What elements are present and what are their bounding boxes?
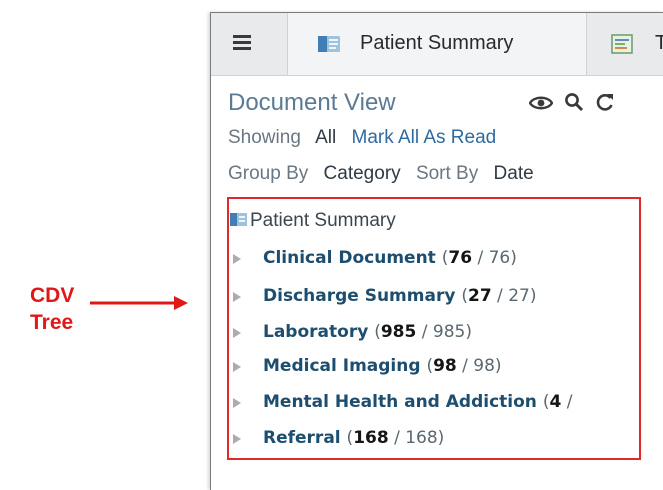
expand-caret-icon[interactable] [233,254,241,264]
total-count: / 985) [416,322,472,342]
total-count: / 98) [456,356,502,376]
tab-second-label[interactable]: T [655,32,663,55]
tree-root-label: Patient Summary [250,210,396,231]
total-count: / 168) [388,428,445,448]
showing-label: Showing [228,127,301,148]
showing-row: Showing All Mark All As Read [228,127,496,149]
unread-count: 4 [549,392,562,412]
tab-patient-summary-label: Patient Summary [360,32,514,54]
tree-node-name: Laboratory [263,322,369,342]
count-open: ( [461,286,468,306]
page-title: Document View [228,89,396,116]
expand-caret-icon[interactable] [233,328,241,338]
patient-summary-tab-icon [318,36,340,52]
total-count: / 76) [472,248,517,268]
expand-caret-icon[interactable] [233,398,241,408]
total-count: / [561,392,573,412]
sort-by-label: Sort By [415,163,479,184]
eye-icon[interactable] [529,95,553,111]
annotation-line-2: Tree [30,311,74,334]
refresh-icon[interactable] [595,92,615,112]
unread-count: 168 [353,428,389,448]
expand-caret-icon[interactable] [233,434,241,444]
tree-node-name: Clinical Document [263,248,436,268]
group-sort-row: Group By Category Sort By Date [228,163,534,185]
mark-all-as-read-link[interactable]: Mark All As Read [352,127,497,148]
tree-node-name: Mental Health and Addiction [263,392,537,412]
expand-caret-icon[interactable] [233,362,241,372]
total-count: / 27) [491,286,537,306]
tree-node-name: Discharge Summary [263,286,456,306]
tab-bar: Patient Summary T [211,13,663,76]
second-tab-icon[interactable] [611,34,633,54]
unread-count: 985 [380,322,417,342]
search-icon[interactable] [564,92,584,112]
group-by-label: Group By [228,163,309,184]
group-by-value[interactable]: Category [324,163,401,184]
unread-count: 27 [467,286,492,306]
count-open: ( [374,322,381,342]
expand-caret-icon[interactable] [233,292,241,302]
unread-count: 98 [433,356,457,376]
annotation-line-1: CDV [30,284,75,307]
tab-patient-summary[interactable]: Patient Summary [287,13,587,75]
showing-value[interactable]: All [315,127,336,148]
hamburger-menu-icon[interactable] [233,35,251,51]
annotation-label: CDV Tree [30,282,75,336]
annotation-arrow-icon [90,296,188,310]
sort-by-value[interactable]: Date [494,163,534,184]
tree-node-name: Medical Imaging [263,356,421,376]
tree-node-name: Referral [263,428,341,448]
unread-count: 76 [448,248,473,268]
patient-summary-icon [230,213,247,226]
